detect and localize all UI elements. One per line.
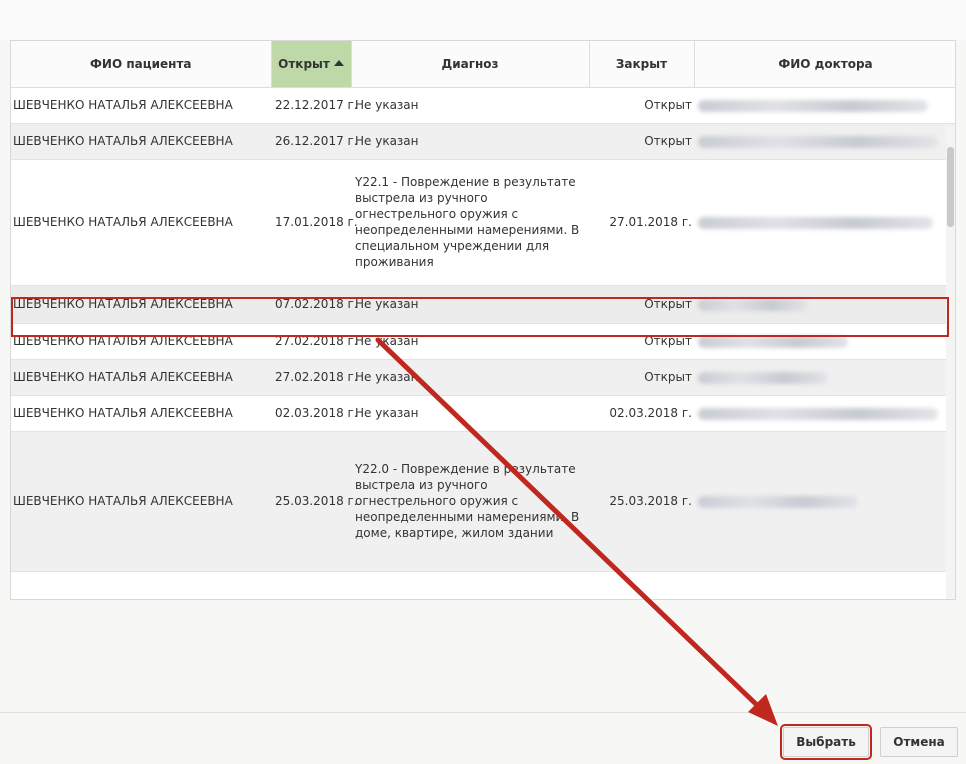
doctor-cell-redacted	[694, 323, 955, 360]
cases-table: ФИО пациента Открыт Диагноз Закрыт ФИО д…	[11, 41, 955, 572]
patient-cell: ШЕВЧЕНКО НАТАЛЬЯ АЛЕКСЕЕВНА	[11, 431, 271, 572]
closed-cell: 25.03.2018 г.	[589, 431, 694, 572]
opened-cell: 22.12.2017 г.	[271, 87, 358, 124]
table-row[interactable]: ШЕВЧЕНКО НАТАЛЬЯ АЛЕКСЕЕВНА 07.02.2018 г.…	[11, 285, 955, 324]
column-header-diagnosis[interactable]: Диагноз	[351, 41, 590, 88]
vertical-scrollbar[interactable]	[946, 127, 955, 599]
cases-grid: ФИО пациента Открыт Диагноз Закрыт ФИО д…	[10, 40, 956, 600]
redacted-doctor-name	[698, 298, 808, 311]
diagnosis-cell: Y22.0 - Повреждение в результате выстрел…	[351, 431, 589, 572]
diagnosis-cell: Не указан	[351, 87, 589, 124]
redacted-doctor-name	[698, 407, 938, 420]
closed-cell: 02.03.2018 г.	[589, 395, 694, 432]
closed-cell: Открыт	[589, 123, 694, 160]
opened-cell: 27.02.2018 г.	[271, 359, 358, 396]
column-header-opened-label: Открыт	[278, 56, 330, 71]
column-header-closed[interactable]: Закрыт	[589, 41, 695, 88]
scrollbar-thumb[interactable]	[947, 147, 954, 227]
diagnosis-cell: Y22.1 - Повреждение в результате выстрел…	[351, 159, 589, 286]
dialog-header	[0, 0, 966, 40]
diagnosis-cell: Не указан	[351, 285, 589, 324]
cancel-button[interactable]: Отмена	[880, 727, 958, 757]
footer-divider	[0, 712, 966, 713]
patient-cell: ШЕВЧЕНКО НАТАЛЬЯ АЛЕКСЕЕВНА	[11, 285, 271, 324]
diagnosis-cell: Не указан	[351, 123, 589, 160]
closed-cell: 27.01.2018 г.	[589, 159, 694, 286]
column-header-opened[interactable]: Открыт	[271, 41, 352, 88]
redacted-doctor-name	[698, 335, 848, 348]
table-row[interactable]: ШЕВЧЕНКО НАТАЛЬЯ АЛЕКСЕЕВНА 22.12.2017 г.…	[11, 87, 955, 124]
closed-cell: Открыт	[589, 323, 694, 360]
select-button[interactable]: Выбрать	[780, 724, 872, 760]
redacted-doctor-name	[698, 371, 828, 384]
doctor-cell-redacted	[694, 431, 955, 572]
doctor-cell-redacted	[694, 87, 955, 124]
opened-cell: 07.02.2018 г.	[271, 285, 358, 324]
diagnosis-cell: Не указан	[351, 395, 589, 432]
opened-cell: 25.03.2018 г.	[271, 431, 358, 572]
closed-cell: Открыт	[589, 285, 694, 324]
column-header-patient[interactable]: ФИО пациента	[11, 41, 272, 88]
table-row[interactable]: ШЕВЧЕНКО НАТАЛЬЯ АЛЕКСЕЕВНА 27.02.2018 г.…	[11, 323, 955, 360]
patient-cell: ШЕВЧЕНКО НАТАЛЬЯ АЛЕКСЕЕВНА	[11, 87, 271, 124]
table-row[interactable]: ШЕВЧЕНКО НАТАЛЬЯ АЛЕКСЕЕВНА 02.03.2018 г.…	[11, 395, 955, 432]
doctor-cell-redacted	[694, 359, 955, 396]
doctor-cell-redacted	[694, 285, 955, 324]
opened-cell: 27.02.2018 г.	[271, 323, 358, 360]
redacted-doctor-name	[698, 216, 933, 229]
patient-cell: ШЕВЧЕНКО НАТАЛЬЯ АЛЕКСЕЕВНА	[11, 323, 271, 360]
patient-cell: ШЕВЧЕНКО НАТАЛЬЯ АЛЕКСЕЕВНА	[11, 159, 271, 286]
diagnosis-cell: Не указан	[351, 359, 589, 396]
redacted-doctor-name	[698, 135, 938, 148]
column-header-doctor[interactable]: ФИО доктора	[694, 41, 955, 88]
doctor-cell-redacted	[694, 123, 955, 160]
doctor-cell-redacted	[694, 395, 955, 432]
table-row[interactable]: ШЕВЧЕНКО НАТАЛЬЯ АЛЕКСЕЕВНА 25.03.2018 г.…	[11, 431, 955, 572]
redacted-doctor-name	[698, 495, 858, 508]
patient-cell: ШЕВЧЕНКО НАТАЛЬЯ АЛЕКСЕЕВНА	[11, 123, 271, 160]
table-row[interactable]: ШЕВЧЕНКО НАТАЛЬЯ АЛЕКСЕЕВНА 27.02.2018 г.…	[11, 359, 955, 396]
redacted-doctor-name	[698, 99, 928, 112]
patient-cell: ШЕВЧЕНКО НАТАЛЬЯ АЛЕКСЕЕВНА	[11, 359, 271, 396]
closed-cell: Открыт	[589, 87, 694, 124]
doctor-cell-redacted	[694, 159, 955, 286]
sort-ascending-icon	[333, 59, 344, 66]
table-row[interactable]: ШЕВЧЕНКО НАТАЛЬЯ АЛЕКСЕЕВНА 17.01.2018 г.…	[11, 159, 955, 286]
diagnosis-cell: Не указан	[351, 323, 589, 360]
closed-cell: Открыт	[589, 359, 694, 396]
patient-cell: ШЕВЧЕНКО НАТАЛЬЯ АЛЕКСЕЕВНА	[11, 395, 271, 432]
opened-cell: 17.01.2018 г.	[271, 159, 358, 286]
table-row[interactable]: ШЕВЧЕНКО НАТАЛЬЯ АЛЕКСЕЕВНА 26.12.2017 г.…	[11, 123, 955, 160]
select-case-dialog: ФИО пациента Открыт Диагноз Закрыт ФИО д…	[0, 0, 966, 764]
opened-cell: 26.12.2017 г.	[271, 123, 358, 160]
opened-cell: 02.03.2018 г.	[271, 395, 358, 432]
table-header-row: ФИО пациента Открыт Диагноз Закрыт ФИО д…	[11, 41, 955, 88]
